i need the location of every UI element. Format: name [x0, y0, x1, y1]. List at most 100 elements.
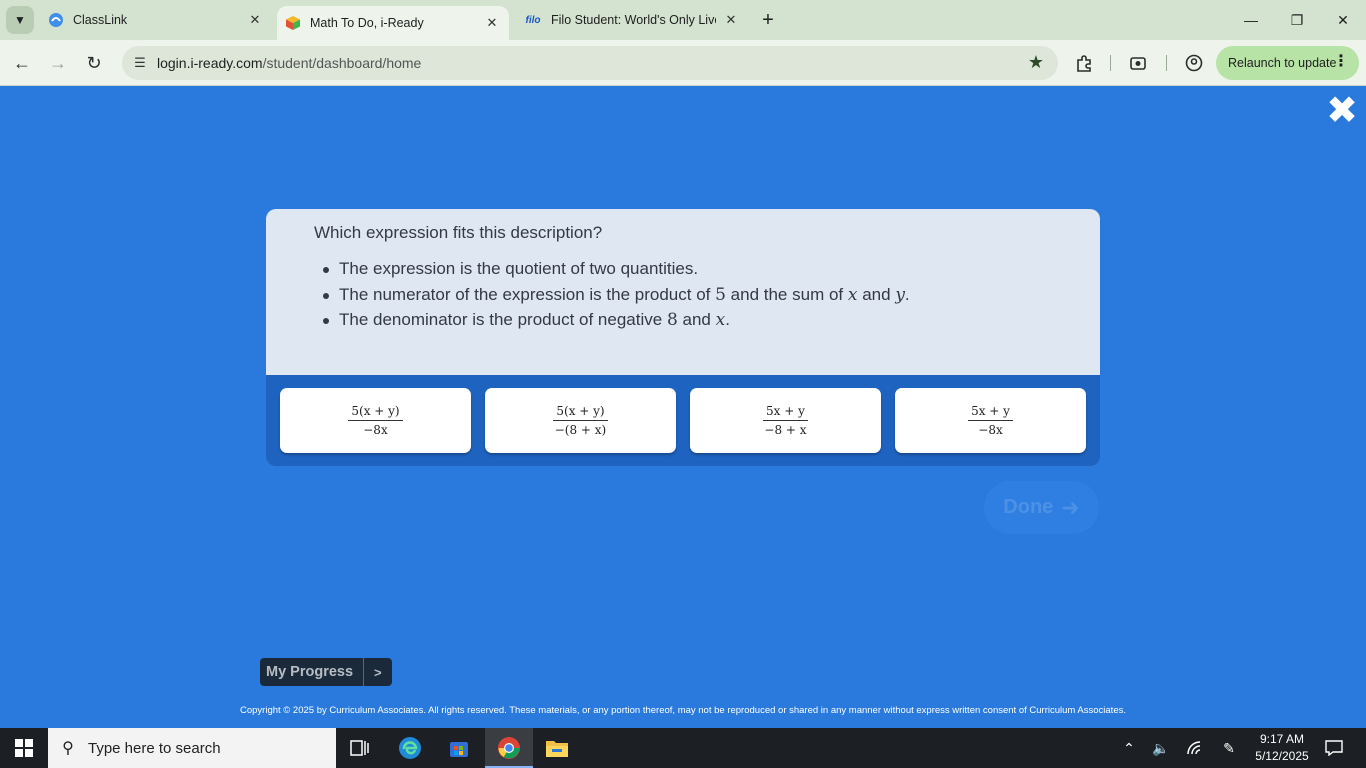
copyright-text: Copyright © 2025 by Curriculum Associate…	[240, 705, 1126, 716]
bookmark-star-icon[interactable]: ★	[1028, 52, 1044, 73]
address-bar[interactable]: ☰ login.i-ready.com/student/dashboard/ho…	[122, 46, 1058, 80]
tab-filo[interactable]: filo Filo Student: World's Only Live ✕	[516, 0, 748, 40]
filo-icon: filo	[525, 14, 541, 26]
fraction-denominator: −8x	[363, 423, 388, 437]
bullet-text: The numerator of the expression is the p…	[339, 284, 711, 304]
close-lesson-icon[interactable]: ✖	[1326, 92, 1358, 130]
fraction-numerator: 5x + y	[968, 404, 1013, 421]
store-icon[interactable]	[435, 728, 483, 768]
browser-toolbar: ← → ↻ ☰ login.i-ready.com/student/dashbo…	[0, 40, 1366, 86]
relaunch-label: Relaunch to update	[1228, 56, 1337, 70]
profile-icon[interactable]	[1180, 49, 1208, 77]
tab-classlink[interactable]: ClassLink ✕	[40, 0, 272, 40]
task-view-icon[interactable]	[336, 728, 384, 768]
arrow-right-icon: →	[49, 52, 67, 73]
url-text[interactable]: login.i-ready.com/student/dashboard/home	[157, 55, 421, 71]
show-hidden-icons-icon[interactable]: ⌃	[1114, 728, 1144, 768]
close-icon[interactable]: ✕	[722, 11, 740, 29]
tab-title: ClassLink	[73, 13, 128, 27]
bullet-text: and the sum of	[730, 284, 844, 304]
extensions-icon[interactable]	[1070, 49, 1098, 77]
kebab-menu-icon[interactable]: ⋮	[1333, 54, 1349, 70]
search-placeholder: Type here to search	[88, 739, 221, 757]
description-item: The denominator is the product of negati…	[323, 310, 910, 336]
tab-iready[interactable]: Math To Do, i-Ready ✕	[277, 6, 509, 40]
taskbar-search-box[interactable]: ⚲ Type here to search	[48, 728, 336, 768]
classlink-icon	[48, 12, 64, 28]
url-path: /student/dashboard/home	[262, 55, 422, 71]
fraction: 5(x + y) −8x	[348, 404, 403, 437]
my-progress-label: My Progress	[266, 664, 354, 680]
chevron-right-icon: >	[363, 658, 392, 686]
close-icon[interactable]: ✕	[483, 14, 501, 32]
site-settings-icon[interactable]: ☰	[130, 53, 150, 73]
edge-icon[interactable]	[386, 728, 434, 768]
new-tab-button[interactable]: +	[756, 8, 780, 32]
relaunch-to-update-button[interactable]: Relaunch to update ⋮	[1216, 46, 1359, 80]
fraction-denominator: −8x	[978, 423, 1003, 437]
math-variable: x	[847, 284, 858, 305]
chrome-icon[interactable]	[485, 728, 533, 768]
reload-icon: ↻	[86, 52, 102, 73]
fraction-numerator: 5x + y	[763, 404, 808, 421]
bullet-text: .	[904, 284, 910, 304]
close-icon[interactable]: ✕	[246, 11, 264, 29]
math-value: 5	[715, 284, 726, 305]
math-variable: y	[895, 284, 905, 305]
fraction: 5x + y −8 + x	[761, 404, 809, 437]
bullet-text: The expression is the quotient of two qu…	[339, 259, 699, 278]
restore-button[interactable]: ❐	[1274, 0, 1320, 40]
notifications-icon[interactable]	[1318, 728, 1350, 768]
search-icon: ⚲	[62, 740, 74, 757]
minimize-icon: —	[1244, 12, 1258, 28]
chevron-down-icon: ▼	[14, 13, 26, 27]
reload-button[interactable]: ↻	[80, 49, 108, 77]
bullet-text: The denominator is the product of negati…	[339, 310, 663, 329]
taskbar-clock[interactable]: 9:17 AM 5/12/2025	[1250, 731, 1314, 765]
answer-choice-2[interactable]: 5(x + y) −(8 + x)	[485, 388, 676, 453]
clock-time: 9:17 AM	[1259, 732, 1305, 746]
answer-choice-3[interactable]: 5x + y −8 + x	[690, 388, 881, 453]
fraction: 5(x + y) −(8 + x)	[552, 404, 610, 437]
pen-icon[interactable]: ✎	[1214, 728, 1244, 768]
minimize-button[interactable]: —	[1228, 0, 1274, 40]
toolbar-divider	[1166, 55, 1167, 71]
tab-strip: ▼ ClassLink ✕ Math To Do, i-Ready ✕ filo…	[0, 0, 1366, 40]
tab-search-button[interactable]: ▼	[6, 6, 34, 34]
back-button[interactable]: ←	[8, 49, 36, 77]
tab-title: Filo Student: World's Only Live	[551, 13, 716, 27]
fraction: 5x + y −8x	[968, 404, 1013, 437]
math-value: 8	[666, 310, 678, 330]
close-icon: ✕	[1337, 11, 1349, 28]
screenshot-icon[interactable]	[1124, 49, 1152, 77]
answer-choice-4[interactable]: 5x + y −8x	[895, 388, 1086, 453]
done-button[interactable]: Done ➜	[984, 481, 1099, 534]
tab-title: Math To Do, i-Ready	[310, 16, 424, 30]
bullet-text: and	[682, 310, 711, 329]
question-panel: Which expression fits this description? …	[266, 209, 1100, 375]
windows-logo-icon	[15, 739, 33, 757]
file-explorer-icon[interactable]	[533, 728, 581, 768]
forward-button[interactable]: →	[44, 49, 72, 77]
close-window-button[interactable]: ✕	[1320, 0, 1366, 40]
question-text: Which expression fits this description?	[314, 223, 603, 242]
math-variable: x	[715, 310, 726, 330]
wifi-icon[interactable]	[1180, 728, 1210, 768]
volume-icon[interactable]: 🔈	[1146, 728, 1176, 768]
arrow-left-icon: ←	[13, 52, 31, 73]
answer-choice-1[interactable]: 5(x + y) −8x	[280, 388, 471, 453]
clock-date: 5/12/2025	[1255, 749, 1309, 763]
start-button[interactable]	[0, 728, 48, 768]
iready-cube-icon	[285, 15, 301, 31]
my-progress-button[interactable]: My Progress >	[260, 658, 392, 686]
arrow-right-icon: ➜	[1061, 494, 1080, 520]
bullet-text: .	[725, 310, 730, 329]
done-label: Done	[1003, 496, 1054, 518]
description-list: The expression is the quotient of two qu…	[323, 259, 910, 336]
fraction-denominator: −(8 + x)	[554, 423, 607, 437]
toolbar-divider	[1110, 55, 1111, 71]
fraction-denominator: −8 + x	[764, 423, 807, 437]
description-item: The numerator of the expression is the p…	[323, 284, 910, 311]
windows-taskbar: ⚲ Type here to search ⌃ 🔈 ✎ 9:17 AM 5/12…	[0, 728, 1366, 768]
description-item: The expression is the quotient of two qu…	[323, 259, 910, 285]
